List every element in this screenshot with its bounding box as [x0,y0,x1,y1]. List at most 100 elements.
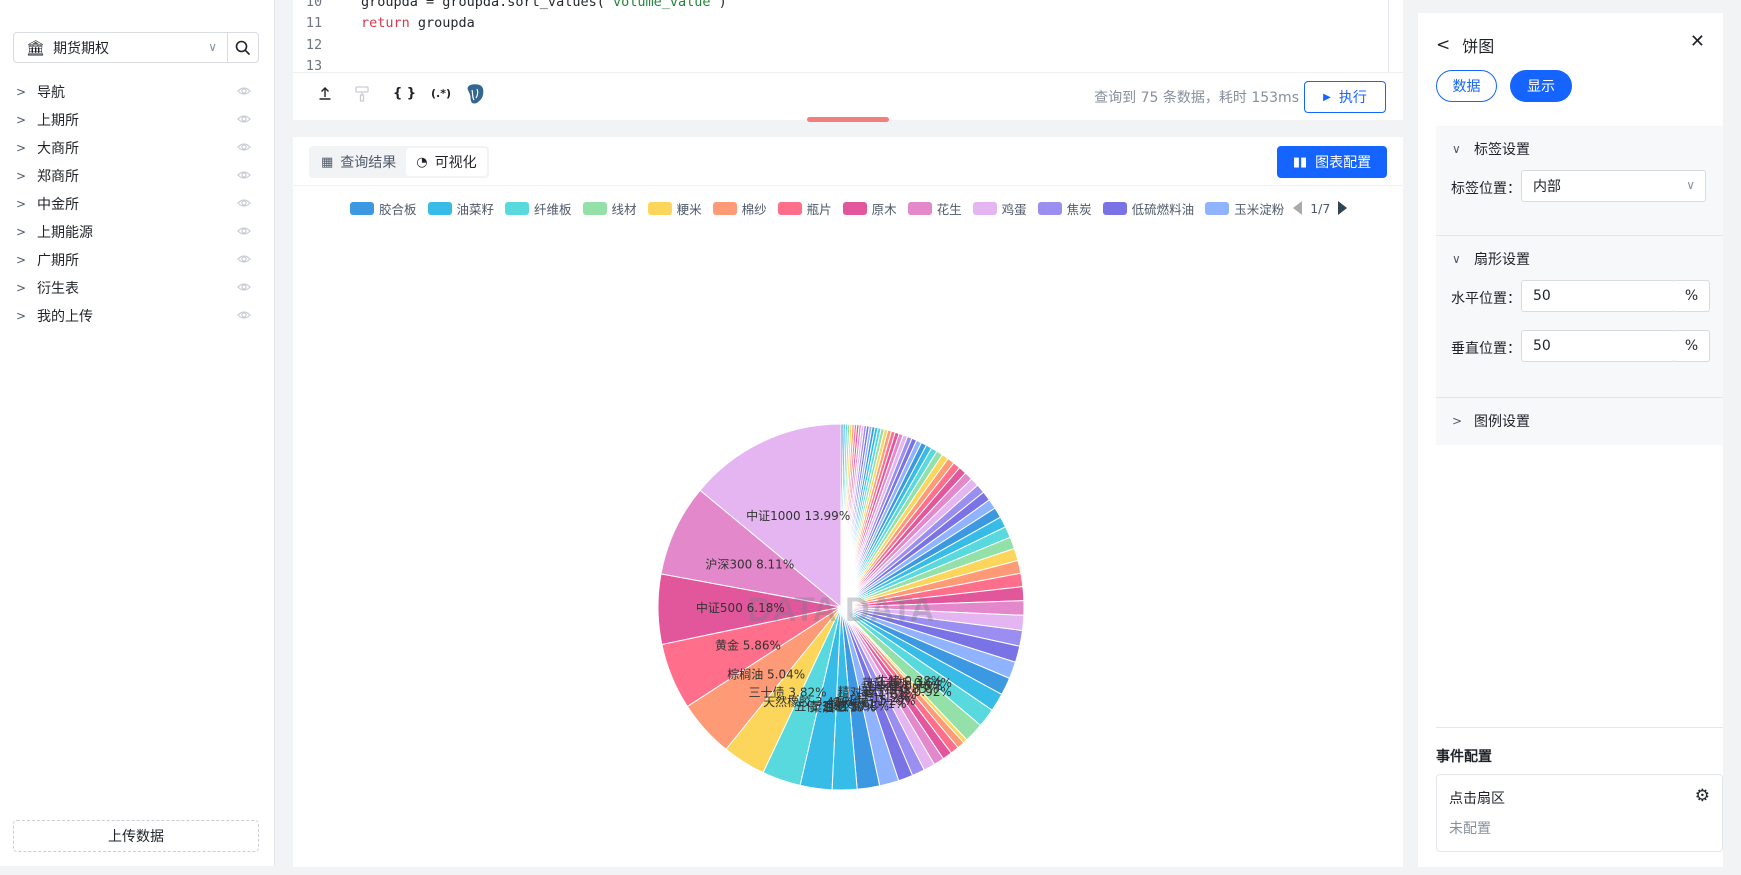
tree-item[interactable]: > 郑商所 [0,162,275,190]
gear-icon[interactable]: ⚙ [1695,786,1710,806]
panel-title: 饼图 [1462,37,1495,56]
play-icon: ▶ [1323,91,1331,103]
legend-swatch [1205,201,1230,215]
tree-item-label: 衍生表 [37,281,79,297]
vertical-position-label: 垂直位置： [1451,341,1521,357]
source-tree: > 导航 > 上期所 > 大商所 > 郑商所 > 中金所 > 上期能源 > 广期所 > 衍生表 … [0,78,275,330]
section-title: 图例设置 [1474,414,1530,430]
braces-icon[interactable]: { } [393,86,416,101]
eye-icon[interactable] [237,84,251,102]
eye-icon[interactable] [237,168,251,186]
tree-item[interactable]: > 中金所 [0,190,275,218]
legend-swatch [582,201,607,215]
legend-item[interactable]: 鸡蛋 [972,199,1027,218]
legend-label: 线材 [611,201,637,217]
legend-label: 油菜籽 [456,201,495,217]
chevron-right-icon: > [16,85,27,99]
chevron-down-icon: ∨ [208,40,217,54]
section-title: 标签设置 [1474,142,1530,158]
editor-toolbar: { } (.*) 查询到 75 条数据，耗时 153ms ▶ 执行 [293,72,1403,120]
format-brush-icon[interactable] [355,86,369,106]
tree-item[interactable]: > 导航 [0,78,275,106]
run-button[interactable]: ▶ 执行 [1304,81,1386,113]
legend-label: 鸡蛋 [1001,201,1027,217]
prev-page-icon[interactable] [1293,201,1303,215]
tree-item-label: 郑商所 [37,169,79,185]
chevron-right-icon: > [16,141,27,155]
tab-data[interactable]: 数据 [1436,70,1497,102]
horizontal-position-input[interactable]: 50 [1521,280,1675,312]
postgres-icon[interactable] [464,82,486,110]
chart-config-button[interactable]: ▮▮ 图表配置 [1277,146,1387,178]
legend-swatch [907,201,932,215]
next-page-icon[interactable] [1338,201,1348,215]
pie-chart[interactable]: DATA DATA生猪 0.38%热轧卷板 0.64%工业硅 0.76%菜籽粕 … [293,227,1403,867]
code-editor[interactable]: 10 groupda = groupda.sort_values('volume… [293,0,1388,72]
eye-icon[interactable] [237,140,251,158]
search-button[interactable] [227,32,259,63]
sector-settings-header[interactable]: ∨ 扇形设置 [1452,249,1530,269]
tree-item[interactable]: > 衍生表 [0,274,275,302]
tree-item[interactable]: > 广期所 [0,246,275,274]
legend-item[interactable]: 焦炭 [1037,199,1092,218]
event-card: 点击扇区 未配置 ⚙ [1436,774,1723,852]
chevron-right-icon: > [16,113,27,127]
chevron-right-icon: > [16,281,27,295]
eye-icon[interactable] [237,224,251,242]
legend-swatch [712,201,737,215]
eye-icon[interactable] [237,252,251,270]
eye-icon[interactable] [237,280,251,298]
query-info: 查询到 75 条数据，耗时 153ms [1094,90,1299,106]
legend-label: 花生 [936,201,962,217]
code-editor-panel: 10 groupda = groupda.sort_values('volume… [293,0,1403,120]
label-settings-section: ∨ 标签设置 标签位置： 内部 ∨ [1436,126,1723,235]
tree-item[interactable]: > 我的上传 [0,302,275,330]
eye-icon[interactable] [237,308,251,326]
tree-item-label: 上期能源 [37,225,93,241]
vertical-position-input[interactable]: 50 [1521,330,1675,362]
exchange-select[interactable]: 🏛 期货期权 ∨ [13,32,228,63]
upload-data-button[interactable]: 上传数据 [13,820,259,852]
legend-item[interactable]: 粳米 [647,199,702,218]
tab-display[interactable]: 显示 [1510,70,1572,102]
tab-label: 可视化 [434,155,477,171]
line-number: 10 [305,0,323,10]
editor-scrollbar[interactable] [1388,0,1389,72]
tree-item[interactable]: > 上期所 [0,106,275,134]
regex-icon[interactable]: (.*) [431,87,451,100]
tree-item[interactable]: > 大商所 [0,134,275,162]
legend-settings-header[interactable]: > 图例设置 [1452,411,1530,431]
close-icon[interactable]: ✕ [1690,31,1705,52]
legend-item[interactable]: 棉纱 [712,199,767,218]
tree-item[interactable]: > 上期能源 [0,218,275,246]
legend-item[interactable]: 瓶片 [777,199,832,218]
legend-item[interactable]: 花生 [907,199,962,218]
result-panel: ▦ 查询结果 ◔ 可视化 ▮▮ 图表配置 胶合板 油菜籽 纤维板 线材 粳米 棉纱 瓶片 原木 花生 鸡… [293,137,1403,867]
tab-label: 查询结果 [340,155,397,171]
upload-icon[interactable] [318,86,332,104]
resize-handle[interactable] [807,117,889,122]
legend-swatch [842,201,867,215]
legend-item[interactable]: 玉米淀粉 [1205,199,1284,218]
eye-icon[interactable] [237,196,251,214]
slice-label: 棕榈油 5.04% [727,666,805,681]
legend-item[interactable]: 胶合板 [350,199,417,218]
tree-item-label: 中金所 [37,197,79,213]
tab-query-result[interactable]: ▦ 查询结果 [311,148,406,176]
legend-item[interactable]: 纤维板 [505,199,572,218]
legend-label: 胶合板 [379,201,417,217]
back-icon[interactable]: < [1436,35,1450,55]
eye-icon[interactable] [237,112,251,130]
legend-swatch [427,201,452,215]
label-settings-header[interactable]: ∨ 标签设置 [1452,139,1530,159]
legend-swatch [777,201,802,215]
label-position-select[interactable]: 内部 ∨ [1521,170,1706,202]
legend-item[interactable]: 低硫燃料油 [1102,199,1195,218]
legend-pager: 1/7 [1293,201,1348,216]
legend-label: 低硫燃料油 [1131,201,1195,217]
legend-item[interactable]: 原木 [842,199,897,218]
legend-settings-section: > 图例设置 [1436,398,1723,445]
legend-item[interactable]: 线材 [582,199,637,218]
legend-item[interactable]: 油菜籽 [427,199,495,218]
tab-visualization[interactable]: ◔ 可视化 [406,148,487,176]
